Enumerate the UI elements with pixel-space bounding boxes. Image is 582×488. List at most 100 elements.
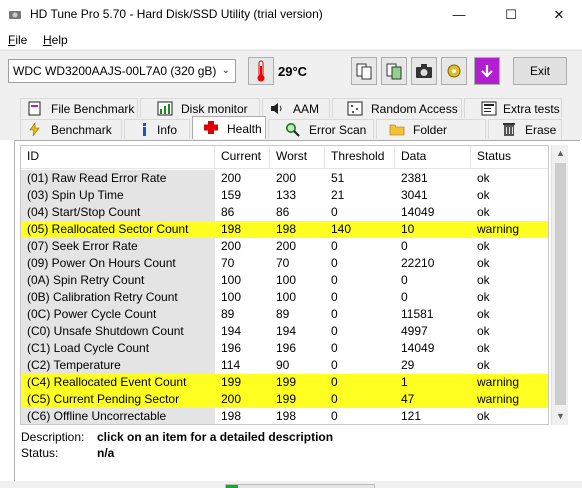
temperature-readout: 29°C bbox=[278, 64, 308, 79]
cell-worst: 200 bbox=[276, 171, 297, 185]
hd-tune-app-icon bbox=[9, 11, 21, 19]
cell-threshold: 0 bbox=[331, 409, 338, 423]
drive-select-value: WDC WD3200AAJS-00L7A0 (320 gB) bbox=[13, 64, 217, 78]
table-row[interactable]: (C2) Temperature 114 90 0 29 ok bbox=[21, 357, 548, 374]
scroll-down-icon[interactable]: ▼ bbox=[552, 408, 569, 425]
column-header-current[interactable]: Current bbox=[215, 146, 270, 169]
table-row[interactable]: (07) Seek Error Rate 200 200 0 0 ok bbox=[21, 238, 548, 255]
column-header-worst[interactable]: Worst bbox=[270, 146, 325, 169]
table-row[interactable]: (C4) Reallocated Event Count 199 199 0 1 warn… bbox=[21, 374, 548, 391]
toolbar: WDC WD3200AAJS-00L7A0 (320 gB) ⌄ 29°C Ex… bbox=[0, 50, 582, 92]
cell-status: warning bbox=[477, 375, 520, 389]
cell-status: ok bbox=[477, 409, 490, 423]
cell-threshold: 0 bbox=[331, 205, 338, 219]
cell-status: ok bbox=[477, 239, 490, 253]
save-button[interactable] bbox=[474, 57, 500, 85]
health-panel: ID Current Worst Threshold Data Status (… bbox=[14, 140, 580, 488]
table-row[interactable]: (0C) Power Cycle Count 89 89 0 11581 ok bbox=[21, 306, 548, 323]
cell-data: 0 bbox=[401, 290, 408, 304]
cell-status: warning bbox=[477, 222, 520, 236]
tab-disk-monitor[interactable]: Disk monitor bbox=[140, 98, 260, 118]
screenshot-button[interactable] bbox=[411, 57, 437, 85]
cell-current: 114 bbox=[221, 358, 241, 372]
table-row[interactable]: (0B) Calibration Retry Count 100 100 0 0 ok bbox=[21, 289, 548, 306]
cell-status: ok bbox=[477, 205, 490, 219]
tab-label: Info bbox=[157, 123, 178, 137]
tab-info[interactable]: Info bbox=[124, 119, 190, 139]
progress-bar bbox=[225, 484, 375, 488]
tab-benchmark[interactable]: Benchmark bbox=[20, 119, 122, 139]
cell-status: ok bbox=[477, 358, 490, 372]
cell-data: 4997 bbox=[401, 324, 428, 338]
cell-threshold: 0 bbox=[331, 273, 338, 287]
menu-file[interactable]: File bbox=[8, 33, 27, 47]
copy-text-button[interactable] bbox=[351, 57, 377, 85]
menu-help[interactable]: Help bbox=[43, 33, 68, 47]
column-header-status[interactable]: Status bbox=[471, 146, 548, 169]
tab-label: AAM bbox=[293, 102, 320, 116]
table-row[interactable]: (09) Power On Hours Count 70 70 0 22210 ok bbox=[21, 255, 548, 272]
minimize-button[interactable]: — bbox=[436, 0, 482, 30]
description-label: Description: bbox=[21, 430, 85, 444]
tab-erase[interactable]: Erase bbox=[488, 119, 562, 139]
cell-worst: 89 bbox=[276, 307, 290, 321]
table-row[interactable]: (C5) Current Pending Sector 200 199 0 47 warn… bbox=[21, 391, 548, 408]
drive-select[interactable]: WDC WD3200AAJS-00L7A0 (320 gB) ⌄ bbox=[8, 59, 236, 83]
cell-current: 159 bbox=[221, 188, 242, 202]
table-row[interactable]: (0A) Spin Retry Count 100 100 0 0 ok bbox=[21, 272, 548, 289]
tab-strip: File Benchmark Disk monitor AAM Random A… bbox=[0, 92, 582, 155]
smart-attributes-table[interactable]: ID Current Worst Threshold Data Status (… bbox=[20, 145, 549, 425]
tab-label: Erase bbox=[525, 123, 557, 137]
tab-error-scan[interactable]: Error Scan bbox=[268, 119, 374, 139]
cell-threshold: 0 bbox=[331, 256, 338, 270]
tab-file-benchmark[interactable]: File Benchmark bbox=[20, 98, 138, 118]
cell-status: ok bbox=[477, 171, 490, 185]
cell-id: (C6) Offline Uncorrectable bbox=[21, 408, 215, 424]
options-button[interactable] bbox=[441, 57, 467, 85]
cell-current: 200 bbox=[221, 239, 242, 253]
copy-screenshot-button[interactable] bbox=[381, 57, 407, 85]
table-row[interactable]: (05) Reallocated Sector Count 198 198 140 10… bbox=[21, 221, 548, 238]
benchmark-icon bbox=[29, 122, 40, 137]
extra-tests-icon bbox=[481, 101, 497, 116]
cell-id: (05) Reallocated Sector Count bbox=[27, 222, 189, 236]
maximize-button[interactable]: ☐ bbox=[488, 0, 534, 30]
disk-monitor-icon bbox=[157, 101, 173, 116]
scrollbar-thumb[interactable] bbox=[555, 163, 566, 405]
exit-button[interactable]: Exit bbox=[513, 57, 567, 85]
tab-random-access[interactable]: Random Access bbox=[332, 98, 462, 118]
cell-status: ok bbox=[477, 341, 490, 355]
health-cross-icon bbox=[204, 121, 218, 134]
tab-aam[interactable]: AAM bbox=[262, 98, 330, 118]
table-row[interactable]: (C0) Unsafe Shutdown Count 194 194 0 4997 ok bbox=[21, 323, 548, 340]
tab-folder-usage[interactable]: Folder Usage bbox=[376, 119, 486, 155]
thermometer-button[interactable] bbox=[248, 57, 274, 85]
table-row[interactable]: (01) Raw Read Error Rate 200 200 51 2381 ok bbox=[21, 170, 548, 187]
table-row[interactable]: (C6) Offline Uncorrectable 198 198 0 121 ok bbox=[21, 408, 548, 424]
table-row[interactable]: (C1) Load Cycle Count 196 196 0 14049 ok bbox=[21, 340, 548, 357]
column-header-threshold[interactable]: Threshold bbox=[325, 146, 395, 169]
cell-status: warning bbox=[477, 392, 520, 406]
column-header-id[interactable]: ID bbox=[21, 146, 215, 169]
cell-status: ok bbox=[477, 307, 490, 321]
cell-threshold: 0 bbox=[331, 324, 338, 338]
description-value: click on an item for a detailed descript… bbox=[97, 430, 334, 444]
cell-id: (C2) Temperature bbox=[21, 357, 215, 374]
cell-worst: 200 bbox=[276, 239, 297, 253]
cell-data: 121 bbox=[401, 409, 422, 423]
chevron-down-icon: ⌄ bbox=[221, 65, 230, 76]
column-header-data[interactable]: Data bbox=[395, 146, 471, 169]
tab-extra-tests[interactable]: Extra tests bbox=[464, 98, 562, 118]
bottom-status-strip bbox=[0, 481, 582, 488]
folder-icon bbox=[389, 124, 405, 136]
arrow-down-icon bbox=[478, 61, 496, 81]
table-vertical-scrollbar[interactable]: ▲ ▼ bbox=[551, 145, 568, 425]
tab-health[interactable]: Health bbox=[192, 116, 266, 139]
camera-icon bbox=[416, 64, 432, 78]
close-button[interactable]: ✕ bbox=[536, 0, 582, 30]
cell-threshold: 0 bbox=[331, 375, 338, 389]
scroll-up-icon[interactable]: ▲ bbox=[552, 145, 569, 162]
tab-label: Error Scan bbox=[309, 123, 367, 137]
table-row[interactable]: (04) Start/Stop Count 86 86 0 14049 ok bbox=[21, 204, 548, 221]
table-row[interactable]: (03) Spin Up Time 159 133 21 3041 ok bbox=[21, 187, 548, 204]
